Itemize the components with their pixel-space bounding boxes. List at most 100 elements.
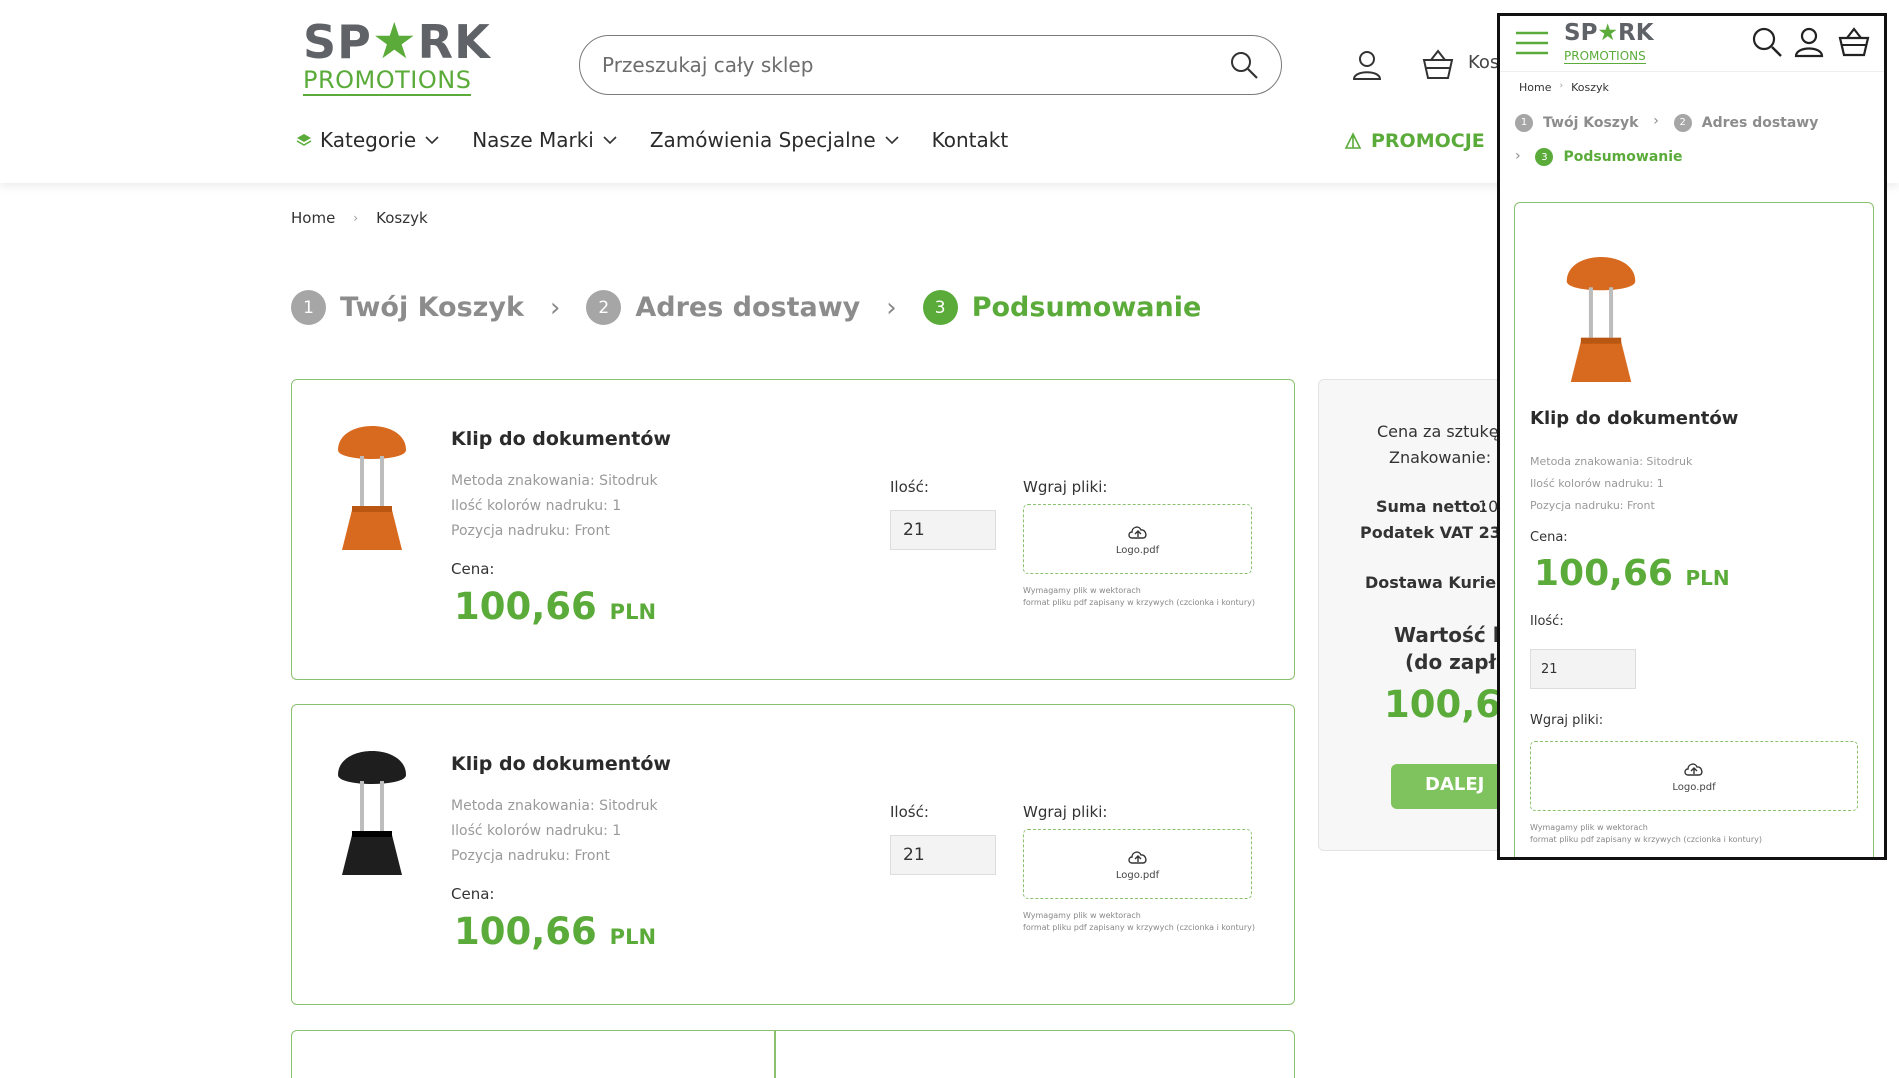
step-number: 2 (586, 290, 622, 325)
search-input[interactable]: Przeszukaj cały sklep (579, 35, 1282, 95)
main-nav: Kategorie Nasze Marki Zamówienia Specjal… (296, 128, 1040, 152)
cart-item: Klip do dokumentów Metoda znakowania: Si… (291, 704, 1295, 1005)
product-meta: Ilość kolorów nadruku: 1 (451, 498, 622, 514)
upload-note: Wymagamy plik w wektorach format pliku p… (1023, 911, 1255, 932)
cart-label[interactable]: Kos (1468, 52, 1499, 73)
spark-promotions-logo[interactable]: SP★RK PROMOTIONS (303, 16, 490, 104)
spark-promotions-logo[interactable]: SP★RK PROMOTIONS (1564, 21, 1654, 64)
product-price: 100,66 PLN (454, 585, 657, 628)
mobile-preview: SP★RK PROMOTIONS Home › Koszyk 1 Twój Kos… (1497, 13, 1887, 860)
step-podsumowanie: 3 Podsumowanie (1535, 148, 1683, 166)
upload-label: Wgraj pliki: (1530, 713, 1604, 728)
promocje-link[interactable]: PROMOCJE (1343, 130, 1485, 152)
breadcrumb-koszyk: Koszyk (1571, 81, 1609, 94)
breadcrumb-home[interactable]: Home (1519, 81, 1551, 94)
price-label: Cena: (451, 560, 495, 578)
nav-item-kontakt[interactable]: Kontakt (932, 128, 1009, 152)
megaphone-icon (1344, 132, 1362, 149)
marking-label: Znakowanie: 2 (1389, 448, 1507, 467)
chevron-down-icon (425, 136, 439, 145)
product-meta: Pozycja nadruku: Front (451, 523, 610, 539)
mobile-header: SP★RK PROMOTIONS (1500, 16, 1884, 72)
user-icon[interactable] (1793, 26, 1825, 58)
layers-icon (296, 134, 312, 146)
product-meta: Ilość kolorów nadruku: 1 (451, 823, 622, 839)
quantity-label: Ilość: (890, 478, 929, 496)
mobile-breadcrumb: Home › Koszyk (1519, 81, 1609, 94)
unit-price-label: Cena za sztukę: (1377, 422, 1504, 441)
file-upload-dropzone[interactable]: Logo.pdf (1023, 504, 1252, 574)
search-icon[interactable] (1751, 26, 1783, 58)
step-number: 3 (922, 290, 958, 325)
step-label: Twój Koszyk (340, 292, 524, 323)
nav-item-nasze-marki[interactable]: Nasze Marki (472, 128, 618, 152)
chevron-right-icon: › (1515, 147, 1521, 164)
search-icon[interactable] (1229, 50, 1259, 80)
breadcrumb-koszyk: Koszyk (376, 209, 428, 227)
quantity-input[interactable]: 21 (890, 835, 996, 875)
chevron-down-icon (603, 136, 617, 145)
card-divider (774, 1031, 776, 1078)
mobile-checkout-steps: 1 Twój Koszyk › 2 Adres dostawy › 3 Podsumo… (1515, 113, 1818, 166)
product-title[interactable]: Klip do dokumentów (451, 428, 671, 450)
chevron-right-icon: › (1653, 113, 1659, 129)
product-meta: Pozycja nadruku: Front (451, 848, 610, 864)
cart-icon[interactable] (1838, 26, 1870, 58)
hamburger-menu-icon[interactable] (1516, 31, 1548, 55)
step-number: 1 (291, 290, 326, 325)
product-image (338, 751, 406, 875)
product-price: 100,66 PLN (1534, 553, 1730, 594)
search-placeholder: Przeszukaj cały sklep (602, 53, 814, 77)
product-meta: Metoda znakowania: Sitodruk (451, 473, 658, 489)
quantity-label: Ilość: (1530, 614, 1564, 629)
uploaded-file-name: Logo.pdf (1115, 544, 1160, 556)
file-upload-dropzone[interactable]: Logo.pdf (1530, 741, 1858, 811)
product-meta: Pozycja nadruku: Front (1530, 499, 1655, 512)
step-podsumowanie: 3 Podsumowanie (922, 290, 1202, 325)
nav-item-kategorie[interactable]: Kategorie (296, 128, 440, 152)
step-twoj-koszyk[interactable]: 1 Twój Koszyk (291, 290, 524, 325)
step-adres-dostawy[interactable]: 2 Adres dostawy (586, 290, 860, 325)
cloud-upload-icon (1127, 525, 1147, 539)
chevron-down-icon (885, 136, 899, 145)
step-label: Podsumowanie (971, 292, 1202, 323)
product-price: 100,66 PLN (454, 910, 657, 953)
quantity-label: Ilość: (890, 803, 929, 821)
mobile-cart-item: Klip do dokumentów Metoda znakowania: Si… (1514, 202, 1874, 857)
price-label: Cena: (1530, 530, 1568, 545)
product-image (1566, 257, 1636, 382)
product-image (338, 426, 406, 550)
step-twoj-koszyk[interactable]: 1 Twój Koszyk (1515, 113, 1638, 132)
upload-label: Wgraj pliki: (1023, 478, 1108, 496)
chevron-right-icon: › (1559, 81, 1564, 91)
checkout-steps: 1 Twój Koszyk › 2 Adres dostawy › 3 Pods… (291, 290, 1201, 325)
quantity-input[interactable]: 21 (1530, 649, 1636, 689)
nav-item-zamowienia-specjalne[interactable]: Zamówienia Specjalne (650, 128, 900, 152)
product-meta: Metoda znakowania: Sitodruk (1530, 455, 1693, 468)
product-title[interactable]: Klip do dokumentów (451, 753, 671, 775)
upload-note: Wymagamy plik w wektorach format pliku p… (1530, 823, 1762, 844)
price-label: Cena: (451, 885, 495, 903)
step-adres-dostawy[interactable]: 2 Adres dostawy (1673, 113, 1818, 132)
cart-item: Klip do dokumentów Metoda znakowania: Si… (291, 379, 1295, 680)
quantity-input[interactable]: 21 (890, 510, 996, 550)
product-meta: Metoda znakowania: Sitodruk (451, 798, 658, 814)
cart-icon[interactable] (1421, 48, 1455, 82)
chevron-right-icon: › (549, 292, 561, 323)
product-meta: Ilość kolorów nadruku: 1 (1530, 477, 1664, 490)
user-icon[interactable] (1350, 48, 1384, 82)
breadcrumb-home[interactable]: Home (291, 209, 335, 227)
chevron-right-icon: › (886, 292, 897, 323)
file-upload-dropzone[interactable]: Logo.pdf (1023, 829, 1252, 899)
upload-note: Wymagamy plik w wektorach format pliku p… (1023, 586, 1255, 607)
breadcrumb: Home › Koszyk (291, 209, 428, 227)
cart-item-partial (291, 1030, 1295, 1078)
chevron-right-icon: › (353, 211, 359, 225)
upload-label: Wgraj pliki: (1023, 803, 1108, 821)
uploaded-file-name: Logo.pdf (1672, 781, 1716, 793)
cloud-upload-icon (1684, 762, 1703, 776)
product-title[interactable]: Klip do dokumentów (1530, 408, 1738, 429)
step-label: Adres dostawy (635, 292, 861, 323)
uploaded-file-name: Logo.pdf (1115, 869, 1160, 881)
delivery-label: Dostawa Kurier: (1365, 573, 1511, 592)
